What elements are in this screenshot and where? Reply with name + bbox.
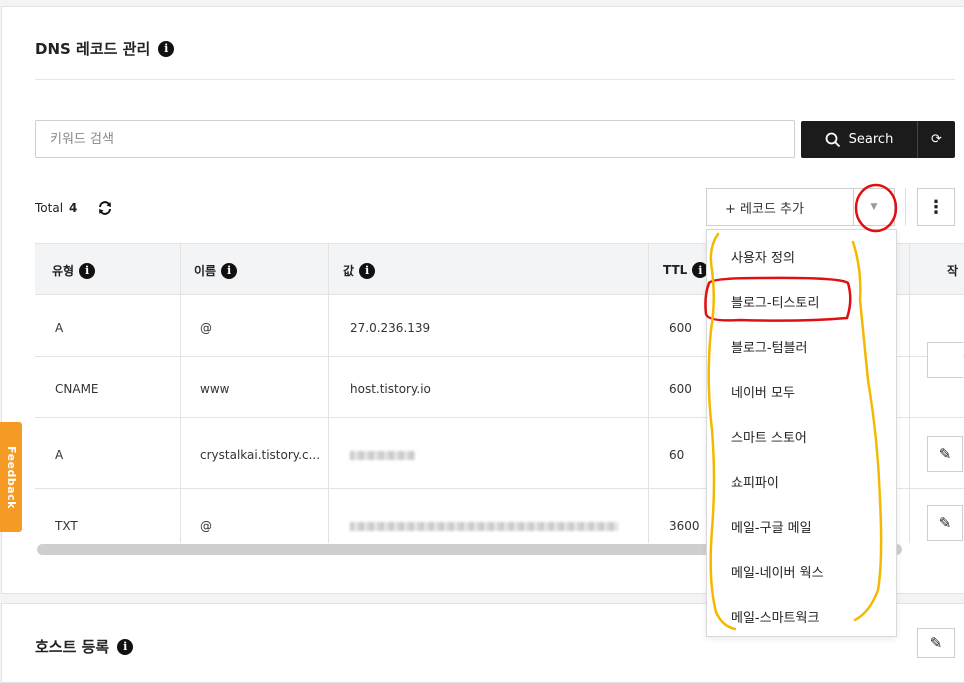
menu-item-blog-tumblr[interactable]: 블로그-텀블러 xyxy=(731,337,807,356)
search-icon xyxy=(825,132,840,147)
pencil-icon: ✎ xyxy=(938,514,952,532)
column-header-label: 작 xyxy=(947,264,959,278)
add-record-dropdown-menu: 사용자 정의 블로그-티스토리 블로그-텀블러 네이버 모두 스마트 스토어 쇼… xyxy=(706,229,897,637)
menu-item-mail-naver-works[interactable]: 메일-네이버 웍스 xyxy=(731,562,824,581)
add-record-button[interactable]: + 레코드 추가 xyxy=(706,188,854,226)
edit-button[interactable]: ✎ xyxy=(917,628,955,658)
cell-value-redacted xyxy=(350,520,618,534)
add-record-dropdown-button[interactable]: ▼ xyxy=(853,188,895,226)
host-section-title-text: 호스트 등록 xyxy=(35,638,110,656)
column-header-type: 유형 i xyxy=(52,262,96,279)
column-header-label: TTL xyxy=(663,263,688,277)
chevron-down-icon: ▼ xyxy=(870,202,878,212)
menu-item-mail-google[interactable]: 메일-구글 메일 xyxy=(731,517,812,536)
column-header-name: 이름 i xyxy=(194,262,238,279)
refresh-icon[interactable] xyxy=(97,200,113,216)
total-label: Total xyxy=(35,201,64,215)
menu-item-mail-smartwork[interactable]: 메일-스마트웍크 xyxy=(731,607,819,626)
column-header-label: 유형 xyxy=(52,264,75,278)
search-button[interactable]: Search xyxy=(801,121,917,158)
menu-item-blog-tistory[interactable]: 블로그-티스토리 xyxy=(731,292,819,311)
edit-button[interactable] xyxy=(927,342,963,378)
menu-item-custom[interactable]: 사용자 정의 xyxy=(731,247,795,266)
cell-type: CNAME xyxy=(55,382,99,396)
cell-type: A xyxy=(55,448,64,462)
search-input[interactable] xyxy=(35,120,795,158)
cell-type: TXT xyxy=(55,519,78,533)
feedback-tab[interactable]: Feedback xyxy=(0,422,22,532)
info-icon[interactable]: i xyxy=(221,262,238,279)
cell-name: @ xyxy=(200,519,212,533)
more-options-button[interactable]: ⋮ xyxy=(917,188,955,226)
more-icon: ⋮ xyxy=(927,196,945,218)
cell-value-redacted xyxy=(350,449,415,463)
edit-button[interactable]: ✎ xyxy=(927,436,963,472)
column-header-label: 이름 xyxy=(194,264,217,278)
menu-item-naver-modoo[interactable]: 네이버 모두 xyxy=(731,382,795,401)
host-section-title: 호스트 등록 i xyxy=(35,636,134,657)
info-icon[interactable]: i xyxy=(117,638,134,655)
reset-button[interactable]: ⟳ xyxy=(917,121,955,158)
cell-type: A xyxy=(55,321,64,335)
feedback-label: Feedback xyxy=(4,445,18,509)
total-count: Total 4 xyxy=(35,200,113,216)
cell-ttl: 600 xyxy=(669,382,692,396)
menu-item-shopify[interactable]: 쇼피파이 xyxy=(731,472,779,491)
cell-ttl: 600 xyxy=(669,321,692,335)
pencil-icon: ✎ xyxy=(938,445,952,463)
column-header-actions: 작 xyxy=(947,262,958,279)
cell-ttl: 60 xyxy=(669,448,685,462)
edit-button[interactable]: ✎ xyxy=(927,505,963,541)
page-title: DNS 레코드 관리 i xyxy=(35,38,175,59)
column-header-value: 값i xyxy=(343,262,376,279)
column-header-ttl: TTL i xyxy=(663,262,709,278)
divider xyxy=(905,188,906,226)
cell-name: crystalkai.tistory.c... xyxy=(200,448,321,462)
menu-item-smart-store[interactable]: 스마트 스토어 xyxy=(731,427,807,446)
cell-value: host.tistory.io xyxy=(350,382,431,396)
column-header-label: 값 xyxy=(343,264,355,278)
cell-name: @ xyxy=(200,321,212,335)
reset-icon: ⟳ xyxy=(931,132,942,147)
total-value: 4 xyxy=(69,201,78,215)
divider xyxy=(35,79,955,80)
search-button-label: Search xyxy=(848,132,894,147)
info-icon[interactable]: i xyxy=(359,262,376,279)
info-icon[interactable]: i xyxy=(158,40,175,57)
page-title-text: DNS 레코드 관리 xyxy=(35,40,151,58)
info-icon[interactable]: i xyxy=(79,262,96,279)
pencil-icon: ✎ xyxy=(929,634,943,652)
cell-ttl: 3600 xyxy=(669,519,700,533)
cell-name: www xyxy=(200,382,230,396)
cell-value: 27.0.236.139 xyxy=(350,321,431,335)
